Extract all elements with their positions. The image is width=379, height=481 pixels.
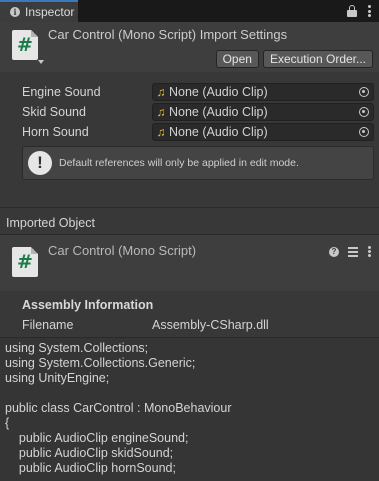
code-line: public AudioClip hornSound; — [5, 461, 176, 475]
audio-clip-icon: ♫ — [156, 85, 166, 99]
default-references: Engine Sound ♫ None (Audio Clip) Skid So… — [0, 82, 379, 142]
property-label: Engine Sound — [22, 85, 101, 99]
code-line: using System.Collections.Generic; — [5, 356, 196, 370]
skid-sound-field[interactable]: ♫ None (Audio Clip) — [152, 103, 374, 121]
code-line: using System.Collections; — [5, 341, 149, 355]
more-options-icon[interactable] — [367, 246, 371, 257]
icon-dropdown-arrow-icon[interactable] — [38, 60, 44, 64]
presets-icon[interactable] — [348, 246, 358, 257]
csharp-script-icon: # — [12, 30, 38, 60]
object-field-value: None (Audio Clip) — [169, 85, 268, 99]
tab-inspector[interactable]: i Inspector — [0, 0, 78, 22]
object-picker-icon[interactable] — [359, 87, 369, 97]
code-line: public AudioClip engineSound; — [5, 431, 189, 445]
component-tools: ? — [329, 246, 371, 257]
import-settings-title: Car Control (Mono Script) Import Setting… — [48, 27, 288, 42]
filename-value: Assembly-CSharp.dll — [152, 318, 269, 332]
property-horn-sound: Horn Sound ♫ None (Audio Clip) — [0, 122, 379, 142]
lock-icon[interactable] — [347, 5, 357, 17]
imported-object-title: Car Control (Mono Script) — [48, 243, 197, 258]
divider — [0, 207, 379, 208]
script-preview: using System.Collections; using System.C… — [0, 338, 379, 481]
csharp-script-icon: # — [12, 247, 38, 277]
exclamation-icon: ! — [28, 151, 52, 175]
more-options-icon[interactable] — [367, 5, 371, 17]
engine-sound-field[interactable]: ♫ None (Audio Clip) — [152, 83, 374, 101]
property-engine-sound: Engine Sound ♫ None (Audio Clip) — [0, 82, 379, 102]
audio-clip-icon: ♫ — [156, 105, 166, 119]
object-picker-icon[interactable] — [359, 107, 369, 117]
open-button[interactable]: Open — [215, 50, 259, 68]
filename-label: Filename — [22, 318, 74, 332]
tab-bar: i Inspector — [0, 0, 379, 22]
header-buttons: Open Execution Order... — [215, 50, 373, 68]
horn-sound-field[interactable]: ♫ None (Audio Clip) — [152, 123, 374, 141]
object-picker-icon[interactable] — [359, 127, 369, 137]
imported-object-label: Imported Object — [6, 216, 95, 230]
object-field-value: None (Audio Clip) — [169, 105, 268, 119]
code-line: public AudioClip skidSound; — [5, 446, 174, 460]
help-box: ! Default references will only be applie… — [22, 146, 374, 180]
assembly-information-title: Assembly Information — [22, 298, 154, 312]
help-icon[interactable]: ? — [329, 246, 339, 257]
import-settings-header: # Car Control (Mono Script) Import Setti… — [0, 22, 379, 72]
code-line: { — [5, 416, 10, 430]
help-text: Default references will only be applied … — [59, 157, 299, 169]
execution-order-button[interactable]: Execution Order... — [262, 50, 373, 68]
code-line: using UnityEngine; — [5, 371, 110, 385]
audio-clip-icon: ♫ — [156, 125, 166, 139]
object-field-value: None (Audio Clip) — [169, 125, 268, 139]
tab-tools — [347, 5, 371, 17]
property-skid-sound: Skid Sound ♫ None (Audio Clip) — [0, 102, 379, 122]
info-icon: i — [10, 7, 20, 17]
tab-label: Inspector — [25, 5, 75, 19]
code-line: public class CarControl : MonoBehaviour — [5, 401, 232, 415]
property-label: Horn Sound — [22, 125, 89, 139]
property-label: Skid Sound — [22, 105, 86, 119]
imported-object-header: # Car Control (Mono Script) ? — [0, 235, 379, 291]
